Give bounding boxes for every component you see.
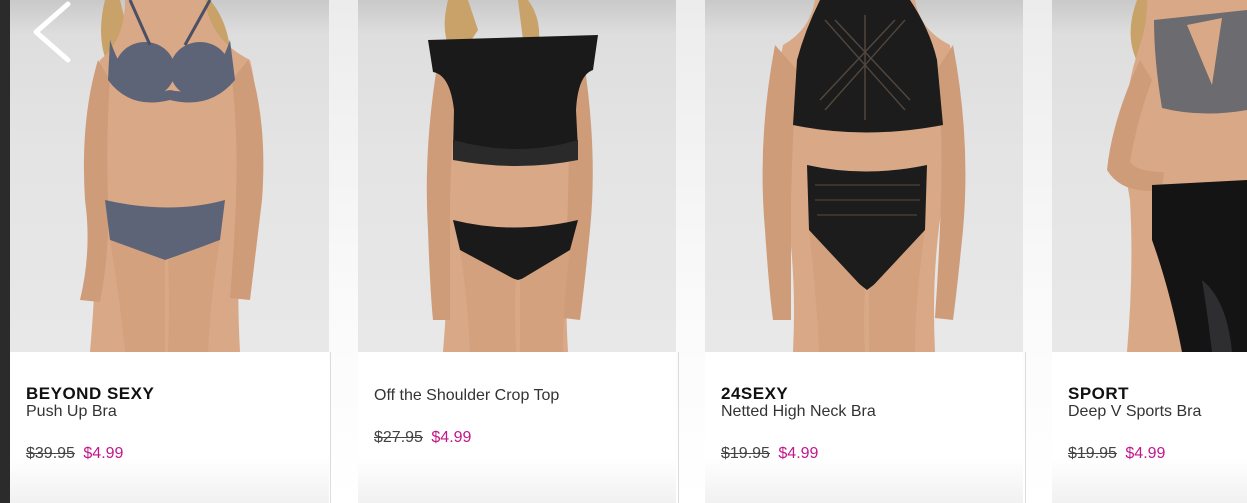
product-price: $39.95 $4.99 bbox=[26, 445, 123, 463]
card-divider bbox=[678, 352, 679, 503]
product-price: $19.95 $4.99 bbox=[721, 445, 818, 463]
sale-price: $4.99 bbox=[778, 445, 819, 462]
product-carousel: BEYOND SEXY Push Up Bra $39.95 $4.99 Off… bbox=[10, 0, 1247, 503]
product-image[interactable] bbox=[10, 0, 329, 352]
product-price: $19.95 $4.99 bbox=[1068, 445, 1165, 463]
product-info: SPORT Deep V Sports Bra $19.95 $4.99 bbox=[1052, 352, 1247, 503]
product-info: BEYOND SEXY Push Up Bra $39.95 $4.99 bbox=[10, 352, 329, 503]
original-price: $19.95 bbox=[721, 445, 770, 462]
original-price: $27.95 bbox=[374, 429, 423, 446]
original-price: $19.95 bbox=[1068, 445, 1117, 462]
product-info: Off the Shoulder Crop Top $27.95 $4.99 bbox=[358, 352, 676, 503]
chevron-left-icon[interactable] bbox=[28, 0, 78, 64]
card-divider bbox=[330, 352, 331, 503]
product-card[interactable]: BEYOND SEXY Push Up Bra $39.95 $4.99 bbox=[10, 0, 329, 503]
product-brand: SPORT bbox=[1068, 384, 1130, 403]
product-name[interactable]: Netted High Neck Bra bbox=[721, 403, 876, 421]
product-image[interactable] bbox=[358, 0, 676, 352]
product-brand: BEYOND SEXY bbox=[26, 384, 155, 403]
window-edge bbox=[0, 0, 10, 503]
product-price: $27.95 $4.99 bbox=[374, 429, 471, 447]
sale-price: $4.99 bbox=[83, 445, 124, 462]
product-name[interactable]: Deep V Sports Bra bbox=[1068, 403, 1201, 421]
product-card[interactable]: Off the Shoulder Crop Top $27.95 $4.99 bbox=[358, 0, 676, 503]
product-image[interactable] bbox=[1052, 0, 1247, 352]
product-name[interactable]: Off the Shoulder Crop Top bbox=[374, 387, 559, 405]
product-name[interactable]: Push Up Bra bbox=[26, 403, 117, 421]
original-price: $39.95 bbox=[26, 445, 75, 462]
product-card[interactable]: SPORT Deep V Sports Bra $19.95 $4.99 bbox=[1052, 0, 1247, 503]
product-info: 24SEXY Netted High Neck Bra $19.95 $4.99 bbox=[705, 352, 1023, 503]
sale-price: $4.99 bbox=[1125, 445, 1166, 462]
product-image[interactable] bbox=[705, 0, 1023, 352]
sale-price: $4.99 bbox=[431, 429, 472, 446]
card-divider bbox=[1025, 352, 1026, 503]
product-brand: 24SEXY bbox=[721, 384, 789, 403]
product-card[interactable]: 24SEXY Netted High Neck Bra $19.95 $4.99 bbox=[705, 0, 1023, 503]
